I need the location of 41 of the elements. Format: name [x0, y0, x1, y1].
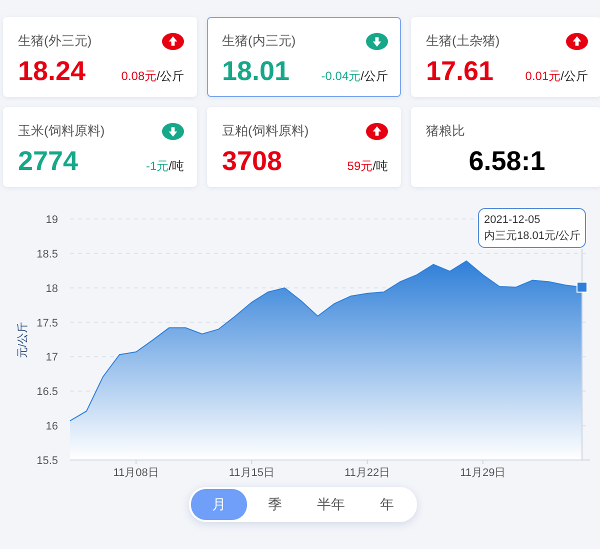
tooltip-value: 内三元18.01元/公斤 — [484, 229, 580, 244]
y-axis-label: 元/公斤 — [17, 322, 29, 358]
price-card[interactable]: 豆粕(饲料原料) 3708 59元/吨 — [207, 107, 401, 187]
price-card[interactable]: 猪粮比 6.58:1 — [411, 107, 600, 187]
y-tick-label: 17.5 — [36, 317, 58, 330]
x-tick-label: 11月22日 — [344, 467, 390, 479]
price-card[interactable]: 生猪(内三元) 18.01 -0.04元/公斤 — [207, 17, 401, 97]
x-tick-label: 11月29日 — [460, 467, 506, 479]
price-change: -0.04元/公斤 — [321, 68, 388, 85]
period-tab[interactable]: 年 — [359, 489, 415, 520]
price-change: 59元/吨 — [347, 158, 388, 175]
card-title: 玉米(饲料原料) — [18, 122, 105, 140]
x-tick-label: 11月08日 — [113, 467, 159, 479]
price-card[interactable]: 生猪(外三元) 18.24 0.08元/公斤 — [3, 17, 197, 97]
y-tick-label: 15.5 — [36, 455, 58, 467]
price-change: 0.01元/公斤 — [525, 68, 588, 85]
y-tick-label: 19 — [46, 214, 58, 226]
card-title: 生猪(外三元) — [18, 32, 92, 50]
tooltip-date: 2021-12-05 — [484, 213, 542, 228]
card-title: 生猪(土杂猪) — [426, 32, 500, 50]
price-value: 18.01 — [222, 56, 290, 87]
price-value: 3708 — [222, 146, 282, 177]
price-change: 0.08元/公斤 — [121, 68, 184, 85]
card-title: 豆粕(饲料原料) — [222, 122, 309, 140]
y-tick-label: 18.5 — [36, 248, 58, 260]
ratio-value: 6.58:1 — [468, 146, 546, 177]
period-tab[interactable]: 半年 — [303, 489, 359, 520]
y-tick-label: 18 — [46, 282, 58, 295]
card-title: 猪粮比 — [426, 122, 465, 140]
period-tab[interactable]: 季 — [247, 489, 303, 520]
y-tick-label: 16 — [46, 420, 58, 433]
price-value: 18.24 — [18, 56, 86, 87]
price-card[interactable]: 生猪(土杂猪) 17.61 0.01元/公斤 — [411, 17, 600, 97]
price-value: 2774 — [18, 146, 78, 177]
price-value: 17.61 — [426, 56, 494, 87]
y-tick-label: 17 — [46, 352, 58, 364]
y-tick-label: 16.5 — [36, 386, 58, 398]
x-tick-label: 11月15日 — [228, 467, 274, 479]
price-card[interactable]: 玉米(饲料原料) 2774 -1元/吨 — [3, 107, 197, 187]
price-change: -1元/吨 — [146, 158, 184, 175]
card-title: 生猪(内三元) — [222, 32, 296, 50]
